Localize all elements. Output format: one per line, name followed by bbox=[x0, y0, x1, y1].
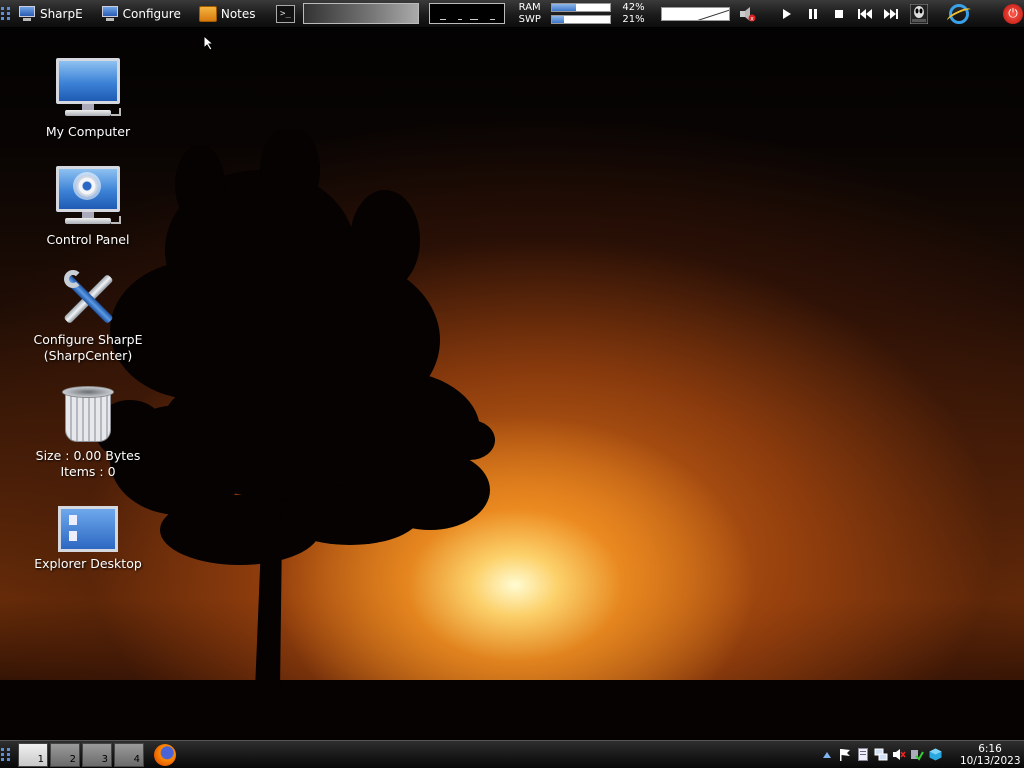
volume-muted-icon[interactable] bbox=[892, 748, 906, 762]
pause-icon[interactable] bbox=[800, 3, 826, 25]
explorer-desktop-icon bbox=[58, 506, 118, 552]
cpu-graph bbox=[303, 3, 419, 24]
alien-icon[interactable] bbox=[908, 3, 930, 25]
bottom-panel: 1 2 3 4 6:16 10/13/2023 bbox=[0, 740, 1024, 768]
volume-slider[interactable] bbox=[660, 6, 731, 21]
workspace-4-label: 4 bbox=[133, 753, 140, 765]
trash-icon bbox=[62, 386, 114, 444]
workspace-1-button[interactable]: 1 bbox=[18, 742, 48, 767]
previous-icon[interactable] bbox=[852, 3, 878, 25]
workspace-4-button[interactable]: 4 bbox=[114, 742, 144, 767]
sharpe-launcher-button[interactable]: SharpE bbox=[12, 2, 89, 26]
clock-date: 10/13/2023 bbox=[960, 754, 1021, 767]
configure-launcher-button[interactable]: Configure bbox=[95, 2, 187, 26]
bluetooth-cube-icon[interactable] bbox=[928, 748, 942, 762]
my-computer-desktop-icon[interactable]: My Computer bbox=[18, 58, 158, 140]
workspace-1-label: 1 bbox=[37, 753, 44, 765]
sharpe-launcher-label: SharpE bbox=[39, 6, 83, 21]
network-icon[interactable] bbox=[874, 748, 888, 762]
workspace-pager: 1 2 3 4 bbox=[18, 742, 146, 767]
top-panel: SharpE Configure Notes >_ RAM 42% SWP 21… bbox=[0, 0, 1024, 28]
explorer-desktop-desktop-icon[interactable]: Explorer Desktop bbox=[18, 506, 158, 572]
ram-label: RAM bbox=[518, 1, 541, 13]
firefox-icon[interactable] bbox=[154, 743, 176, 766]
notes-launcher-label: Notes bbox=[220, 6, 256, 21]
workspace-3-label: 3 bbox=[101, 753, 108, 765]
bottom-panel-grip-icon[interactable] bbox=[0, 745, 12, 765]
monitor-icon bbox=[101, 5, 119, 22]
monitor-icon bbox=[18, 5, 36, 22]
workspace-2-label: 2 bbox=[69, 753, 76, 765]
stop-icon[interactable] bbox=[826, 3, 852, 25]
media-controls bbox=[774, 3, 904, 25]
my-computer-label: My Computer bbox=[45, 124, 131, 139]
control-panel-desktop-icon[interactable]: Control Panel bbox=[18, 166, 158, 248]
swap-bar-fill bbox=[551, 16, 564, 23]
document-icon[interactable] bbox=[856, 748, 870, 762]
notes-icon bbox=[198, 5, 217, 22]
explorer-desktop-label: Explorer Desktop bbox=[34, 556, 142, 571]
ram-bar-fill bbox=[551, 4, 577, 11]
terminal-button[interactable]: >_ bbox=[275, 4, 296, 23]
swap-bar bbox=[550, 15, 611, 24]
terminal-icon: >_ bbox=[280, 8, 291, 19]
action-center-flag-icon[interactable] bbox=[838, 748, 852, 762]
tools-icon bbox=[58, 268, 118, 328]
swap-label: SWP bbox=[518, 13, 541, 25]
play-icon[interactable] bbox=[774, 3, 800, 25]
clock[interactable]: 6:16 10/13/2023 bbox=[960, 742, 1021, 767]
recycle-bin-items: Items : 0 bbox=[60, 464, 116, 479]
internet-explorer-icon[interactable] bbox=[948, 3, 970, 25]
svg-text:x: x bbox=[751, 15, 755, 22]
recycle-bin-desktop-icon[interactable]: Size : 0.00 Bytes Items : 0 bbox=[18, 386, 158, 480]
memory-monitor: RAM 42% SWP 21% bbox=[519, 2, 645, 26]
workspace-3-button[interactable]: 3 bbox=[82, 742, 112, 767]
clock-time: 6:16 bbox=[978, 742, 1002, 755]
notes-launcher-button[interactable]: Notes bbox=[193, 2, 262, 26]
configure-sharpe-desktop-icon[interactable]: Configure SharpE (SharpCenter) bbox=[18, 268, 158, 364]
ram-percent: 42% bbox=[622, 1, 645, 13]
panel-menu-grip-icon[interactable] bbox=[0, 4, 12, 24]
power-icon[interactable]: ⏻ bbox=[1002, 3, 1024, 25]
control-panel-icon bbox=[55, 166, 121, 228]
control-panel-label: Control Panel bbox=[46, 232, 130, 247]
configure-launcher-label: Configure bbox=[122, 6, 181, 21]
computer-icon bbox=[55, 58, 121, 120]
network-graph bbox=[428, 3, 505, 24]
ram-bar bbox=[550, 3, 611, 12]
workspace-2-button[interactable]: 2 bbox=[50, 742, 80, 767]
mute-speaker-icon[interactable]: x bbox=[736, 3, 758, 25]
configure-sharpe-sublabel: (SharpCenter) bbox=[43, 348, 133, 363]
configure-sharpe-label: Configure SharpE bbox=[33, 332, 143, 347]
security-shield-icon[interactable] bbox=[910, 748, 924, 762]
next-icon[interactable] bbox=[878, 3, 904, 25]
tray-expand-icon[interactable] bbox=[820, 748, 834, 762]
recycle-bin-size: Size : 0.00 Bytes bbox=[35, 448, 141, 463]
mouse-cursor-icon bbox=[203, 35, 215, 51]
swap-percent: 21% bbox=[622, 13, 645, 25]
system-tray: 6:16 10/13/2023 bbox=[816, 743, 1024, 767]
